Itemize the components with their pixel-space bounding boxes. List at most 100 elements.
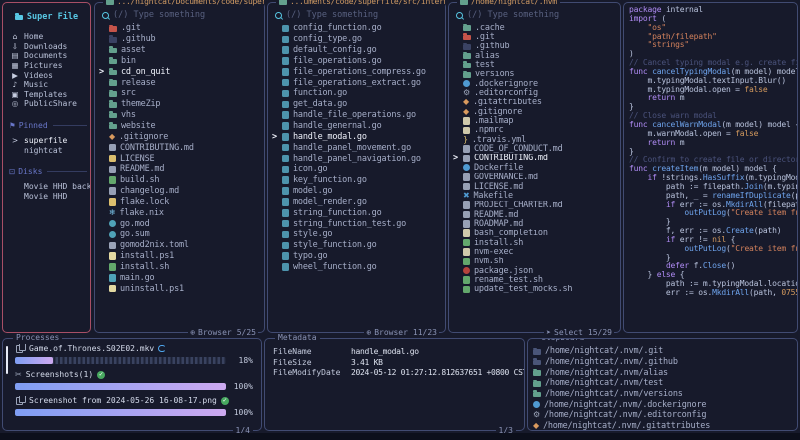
file-row[interactable]: install.sh [453,238,617,247]
file-row[interactable]: handle_panel_navigation.go [272,153,442,164]
file-row[interactable]: >CONTRIBUTING.md [453,154,617,163]
file-row[interactable]: function.go [272,88,442,99]
file-name: vhs [121,110,136,120]
file-row[interactable]: go.mod [99,218,261,229]
sidebar-item-downloads[interactable]: ⇩Downloads [3,42,90,52]
file-row[interactable]: ◆.gitattributes [453,98,617,107]
file-row[interactable]: nvm.sh [453,257,617,266]
file-row[interactable]: model.go [272,186,442,197]
file-row[interactable]: rename_test.sh [453,275,617,284]
file-row[interactable]: handle_panel_movement.go [272,142,442,153]
file-row[interactable]: model_render.go [272,197,442,208]
file-row[interactable]: ◆.gitignore [453,107,617,116]
file-row[interactable]: vhs [99,110,261,121]
sidebar-item-music[interactable]: ♪Music [3,80,90,90]
file-row[interactable]: install.ps1 [99,251,261,262]
code-token: if [647,174,656,182]
file-row[interactable]: update_test_mocks.sh [453,285,617,294]
file-row[interactable]: handle_file_operations.go [272,110,442,121]
file-row[interactable]: style_function.go [272,240,442,251]
file-row[interactable]: PROJECT_CHARTER.md [453,201,617,210]
file-row[interactable]: .mailmap [453,116,617,125]
sidebar-item-videos[interactable]: ▶Videos [3,70,90,80]
file-row[interactable]: ⚙.editorconfig [453,88,617,97]
file-row[interactable]: ROADMAP.md [453,219,617,228]
panel-title: .../nightcat/Documents/code/superfile [103,0,264,6]
search-input[interactable]: (/) Type something [456,10,614,20]
file-row[interactable]: file_operations_extract.go [272,77,442,88]
file-row[interactable]: }.travis.yml [453,135,617,144]
file-row[interactable]: flake.lock [99,197,261,208]
file-row[interactable]: uninstall.ps1 [99,283,261,294]
file-row[interactable]: .github [99,34,261,45]
file-row[interactable]: .dockerignore [453,79,617,88]
process-item[interactable]: Screenshot from 2024-05-26 16-08-17.png✓… [15,396,253,417]
file-row[interactable]: config_function.go [272,23,442,34]
file-row[interactable]: ❄flake.nix [99,207,261,218]
file-row[interactable]: style.go [272,229,442,240]
file-row[interactable]: LICENSE [99,153,261,164]
file-row[interactable]: file_operations.go [272,56,442,67]
file-row[interactable]: bash_completion [453,229,617,238]
file-row[interactable]: handle_genernal.go [272,121,442,132]
sidebar-item-documents[interactable]: ▤Documents [3,51,90,61]
file-row[interactable]: src [99,88,261,99]
search-input[interactable]: (/) Type something [102,10,258,20]
file-name: function.go [293,88,347,98]
sidebar-item-templates[interactable]: ▣Templates [3,90,90,100]
file-row[interactable]: go.sum [99,229,261,240]
file-row[interactable]: bin [99,56,261,67]
file-row[interactable]: changelog.md [99,186,261,197]
file-row[interactable]: README.md [99,164,261,175]
file-row[interactable]: asset [99,45,261,56]
file-row[interactable]: string_function_test.go [272,218,442,229]
file-row[interactable]: config_type.go [272,34,442,45]
file-row[interactable]: >cd_on_quit [99,66,261,77]
file-row[interactable]: website [99,121,261,132]
file-row[interactable]: .npmrc [453,126,617,135]
file-row[interactable]: string_function.go [272,207,442,218]
disk-item[interactable]: Movie HHD backu... [3,182,90,192]
file-row[interactable]: GOVERNANCE.md [453,173,617,182]
pinned-item-nightcat[interactable]: nightcat [3,145,90,155]
file-row[interactable]: gomod2nix.toml [99,240,261,251]
file-row[interactable]: ◆.gitignore [99,131,261,142]
file-row[interactable]: package.json [453,266,617,275]
file-row[interactable]: versions [453,70,617,79]
file-row[interactable]: LICENSE.md [453,182,617,191]
file-row[interactable]: release [99,77,261,88]
search-input[interactable]: (/) Type something [275,10,439,20]
file-row[interactable]: .git [453,32,617,41]
file-row[interactable]: test [453,60,617,69]
file-row[interactable]: nvm-exec [453,247,617,256]
file-row[interactable]: .cache [453,23,617,32]
file-row[interactable]: icon.go [272,164,442,175]
file-row[interactable]: ✖Makefile [453,191,617,200]
file-row[interactable]: themeZip [99,99,261,110]
file-row[interactable]: README.md [453,210,617,219]
scrollbar[interactable] [6,346,8,374]
file-row[interactable]: main.go [99,272,261,283]
sidebar-item-publicshare[interactable]: ◎PublicShare [3,99,90,109]
file-row[interactable]: alias [453,51,617,60]
pinned-item-superfile[interactable]: >superfile [3,136,90,146]
file-row[interactable]: CONTRIBUTING.md [99,142,261,153]
sidebar-item-home[interactable]: ⌂Home [3,32,90,42]
file-row[interactable]: Dockerfile [453,163,617,172]
process-item[interactable]: Game.of.Thrones.S02E02.mkv18% [15,344,253,365]
file-row[interactable]: .github [453,42,617,51]
file-row[interactable]: >handle_modal.go [272,131,442,142]
file-row[interactable]: .git [99,23,261,34]
process-item[interactable]: ✂Screenshots(1)✓100% [15,370,253,391]
file-row[interactable]: install.sh [99,262,261,273]
sidebar-item-pictures[interactable]: ▦Pictures [3,61,90,71]
file-row[interactable]: wheel_function.go [272,262,442,273]
file-row[interactable]: key_function.go [272,175,442,186]
file-row[interactable]: CODE_OF_CONDUCT.md [453,144,617,153]
file-row[interactable]: typo.go [272,251,442,262]
disk-item[interactable]: Movie HHD [3,192,90,202]
file-row[interactable]: build.sh [99,175,261,186]
file-row[interactable]: default_config.go [272,45,442,56]
file-row[interactable]: get_data.go [272,99,442,110]
file-row[interactable]: file_operations_compress.go [272,66,442,77]
